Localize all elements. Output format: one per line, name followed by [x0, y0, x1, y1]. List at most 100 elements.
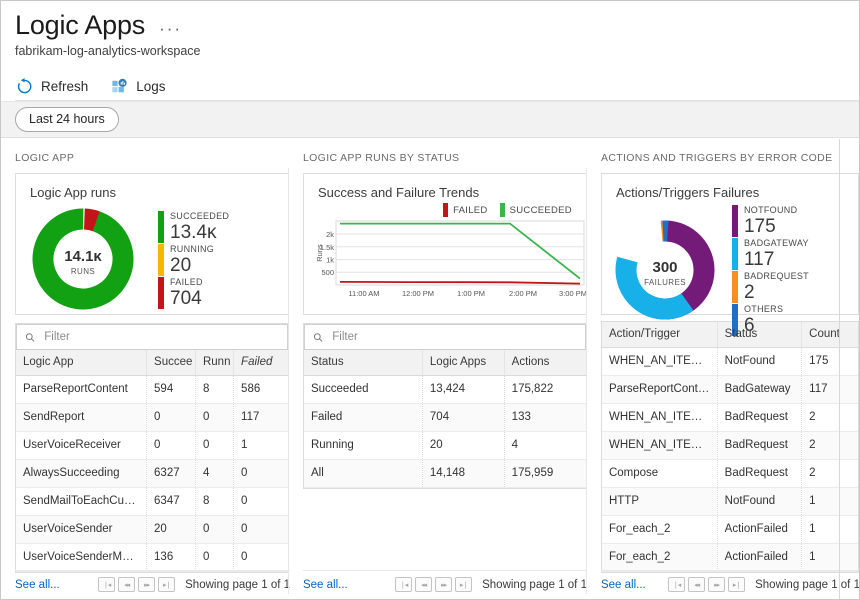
- col-header-actions[interactable]: Actions: [504, 350, 586, 376]
- table-cell-2: 0: [195, 516, 233, 544]
- column-runs-by-status: LOGIC APP RUNS BY STATUS Success and Fai…: [289, 138, 587, 600]
- logic-app-table-head: Logic App Succee Runn Failed: [16, 350, 288, 376]
- col-header-logic-app[interactable]: Logic App: [16, 350, 147, 376]
- table-cell-0: UserVoiceReceiver: [16, 432, 147, 460]
- logic-app-filter[interactable]: [16, 324, 288, 350]
- page-status-errors: Showing page 1 of 1: [745, 579, 860, 591]
- page-first-button[interactable]: ❘◂: [668, 577, 685, 592]
- page-last-button[interactable]: ▸❘: [158, 577, 175, 592]
- table-row[interactable]: SendMailToEachCustomer634780: [16, 488, 288, 516]
- table-cell-1: 13,424: [422, 376, 504, 404]
- legend-swatch-failed-line: [443, 203, 448, 217]
- col-header-status[interactable]: Status: [304, 350, 422, 376]
- table-cell-1: 136: [147, 544, 196, 572]
- table-row[interactable]: All14,148175,959: [304, 460, 586, 488]
- table-cell-1: 20: [422, 432, 504, 460]
- table-cell-0: Failed: [304, 404, 422, 432]
- table-row[interactable]: WHEN_AN_ITEM_...NotFound175: [602, 348, 858, 376]
- col-header-count[interactable]: Count: [802, 322, 858, 348]
- logic-app-filter-input[interactable]: [42, 330, 279, 344]
- status-table: Status Logic Apps Actions Succeeded13,42…: [304, 350, 586, 488]
- col-header-succeeded[interactable]: Succee: [147, 350, 196, 376]
- table-row[interactable]: UserVoiceSenderModifier13600: [16, 544, 288, 572]
- page-last-button[interactable]: ▸❘: [728, 577, 745, 592]
- status-filter-input[interactable]: [330, 330, 577, 344]
- more-options-icon[interactable]: ···: [159, 19, 182, 39]
- refresh-button[interactable]: Refresh: [15, 77, 88, 96]
- legend-name-failed-line: FAILED: [453, 205, 488, 216]
- table-cell-2: 0: [195, 432, 233, 460]
- table-cell-1: BadGateway: [717, 376, 801, 404]
- column-errors: ACTIONS AND TRIGGERS BY ERROR CODE Actio…: [587, 138, 859, 600]
- time-range-pill[interactable]: Last 24 hours: [15, 107, 119, 132]
- table-cell-2: 4: [195, 460, 233, 488]
- search-icon: [313, 332, 323, 343]
- table-cell-1: 704: [422, 404, 504, 432]
- table-row[interactable]: UserVoiceReceiver001: [16, 432, 288, 460]
- table-cell-0: HTTP: [602, 488, 717, 516]
- page-last-button[interactable]: ▸❘: [455, 577, 472, 592]
- page-first-button[interactable]: ❘◂: [395, 577, 412, 592]
- col-header-logic-apps[interactable]: Logic Apps: [422, 350, 504, 376]
- table-row[interactable]: UserVoiceSender2000: [16, 516, 288, 544]
- status-filter[interactable]: [304, 324, 586, 350]
- table-row[interactable]: Running204: [304, 432, 586, 460]
- table-cell-2: 1: [802, 544, 858, 572]
- table-cell-2: 117: [802, 376, 858, 404]
- page-first-button[interactable]: ❘◂: [98, 577, 115, 592]
- runs-legend: SUCCEEDED 13.4ᴋ RUNNING 20: [158, 209, 229, 309]
- page-prev-button[interactable]: ◂◂: [688, 577, 705, 592]
- table-row[interactable]: ParseReportConte...BadGateway117: [602, 376, 858, 404]
- page-header: Logic Apps ··· fabrikam-log-analytics-wo…: [1, 1, 859, 101]
- table-header-row: Status Logic Apps Actions: [304, 350, 586, 376]
- table-row[interactable]: ParseReportContent5948586: [16, 376, 288, 404]
- table-cell-1: BadRequest: [717, 404, 801, 432]
- legend-swatch-badrequest: [732, 271, 738, 303]
- section-label-errors: ACTIONS AND TRIGGERS BY ERROR CODE: [601, 152, 859, 165]
- table-cell-0: For_each_2: [602, 544, 717, 572]
- page-next-button[interactable]: ▸▸: [435, 577, 452, 592]
- table-row[interactable]: For_each_2ActionFailed1: [602, 544, 858, 572]
- xtick-1100am: 11:00 AM: [348, 289, 379, 298]
- table-row[interactable]: Succeeded13,424175,822: [304, 376, 586, 404]
- table-cell-0: UserVoiceSender: [16, 516, 147, 544]
- table-cell-0: SendMailToEachCustomer: [16, 488, 147, 516]
- table-row[interactable]: SendReport00117: [16, 404, 288, 432]
- see-all-link-errors[interactable]: See all...: [601, 579, 646, 591]
- table-row[interactable]: Failed704133: [304, 404, 586, 432]
- legend-name-succeeded-line: SUCCEEDED: [510, 205, 572, 216]
- page-next-button[interactable]: ▸▸: [708, 577, 725, 592]
- command-bar-divider: [15, 100, 859, 101]
- legend-name-badrequest: BADREQUEST: [744, 271, 809, 282]
- table-row[interactable]: ComposeBadRequest2: [602, 460, 858, 488]
- page-next-button[interactable]: ▸▸: [138, 577, 155, 592]
- table-cell-0: ParseReportContent: [16, 376, 147, 404]
- legend-item-succeeded-line: SUCCEEDED: [500, 203, 572, 217]
- table-cell-0: WHEN_AN_ITEM_...: [602, 432, 717, 460]
- legend-name-badgateway: BADGATEWAY: [744, 238, 809, 249]
- table-row[interactable]: HTTPNotFound1: [602, 488, 858, 516]
- legend-name-succeeded: SUCCEEDED: [170, 211, 229, 222]
- page-prev-button[interactable]: ◂◂: [118, 577, 135, 592]
- search-icon: [25, 332, 35, 343]
- table-header-row: Action/Trigger Status Count: [602, 322, 858, 348]
- col-header-action-trigger[interactable]: Action/Trigger: [602, 322, 717, 348]
- col-header-failed[interactable]: Failed: [234, 350, 288, 376]
- see-all-link-logic-app[interactable]: See all...: [15, 579, 60, 591]
- logic-app-table: Logic App Succee Runn Failed ParseReport…: [16, 350, 288, 572]
- table-cell-0: WHEN_AN_ITEM_...: [602, 348, 717, 376]
- donut-chart-failures: 300 FAILURES: [612, 214, 722, 326]
- table-row[interactable]: WHEN_AN_ITEM_...BadRequest2: [602, 432, 858, 460]
- table-cell-1: 14,148: [422, 460, 504, 488]
- table-row[interactable]: For_each_2ActionFailed1: [602, 516, 858, 544]
- legend-value-badrequest: 2: [744, 282, 809, 303]
- legend-item-failed-line: FAILED: [443, 203, 488, 217]
- logs-button[interactable]: Logs: [110, 77, 165, 96]
- see-all-link-status[interactable]: See all...: [303, 579, 348, 591]
- col-header-running[interactable]: Runn: [195, 350, 233, 376]
- page-prev-button[interactable]: ◂◂: [415, 577, 432, 592]
- table-cell-3: 0: [234, 516, 288, 544]
- table-row[interactable]: AlwaysSucceeding632740: [16, 460, 288, 488]
- title-row: Logic Apps ···: [15, 9, 859, 41]
- table-row[interactable]: WHEN_AN_ITEM_...BadRequest2: [602, 404, 858, 432]
